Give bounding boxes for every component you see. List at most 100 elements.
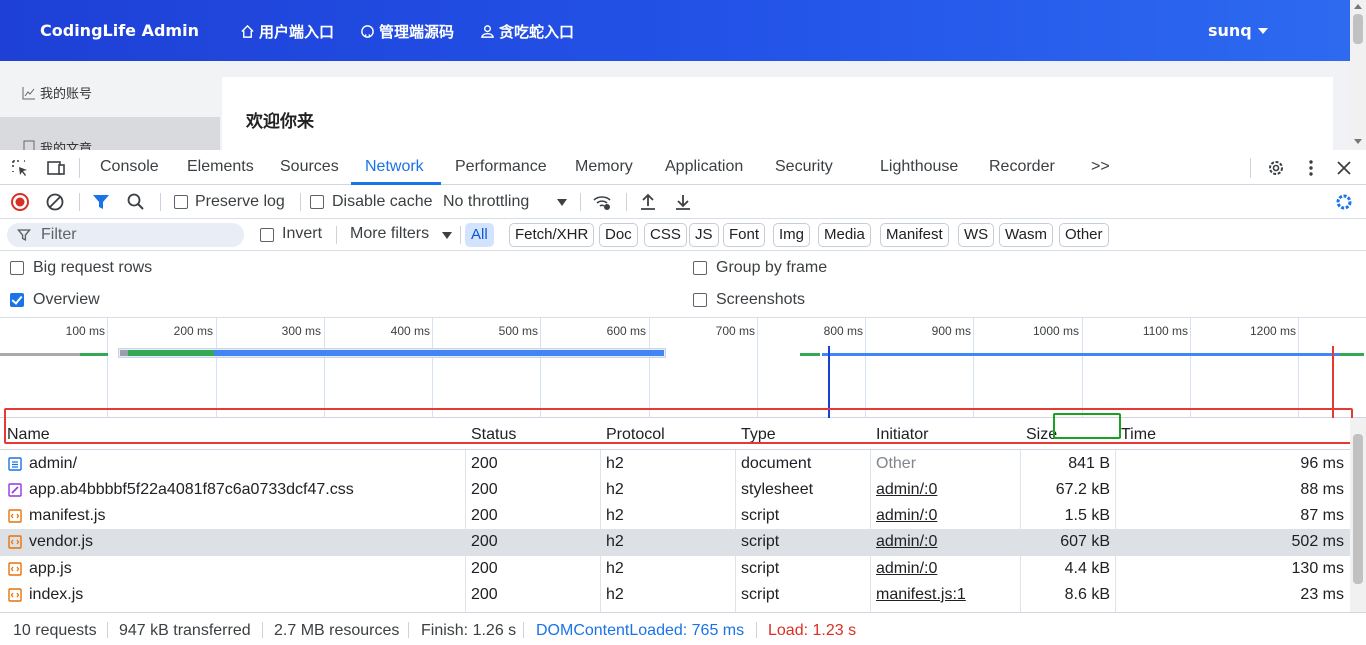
inspect-element-icon[interactable]	[10, 158, 30, 178]
filter-chip-fetch-xhr[interactable]: Fetch/XHR	[509, 223, 595, 247]
invert-label: Invert	[282, 225, 323, 242]
disable-cache-checkbox[interactable]	[310, 195, 324, 209]
filter-chip-js[interactable]: JS	[689, 223, 719, 247]
table-row[interactable]: manifest.js 200 h2 script admin/:0 1.5 k…	[0, 503, 1350, 529]
clear-icon[interactable]	[45, 192, 65, 212]
cell-initiator: Other	[876, 455, 917, 472]
cell-name: manifest.js	[29, 507, 106, 524]
screenshots-checkbox[interactable]	[693, 293, 707, 307]
script-icon	[8, 588, 22, 602]
tab-network[interactable]: Network	[365, 158, 424, 176]
tab-memory[interactable]: Memory	[575, 158, 633, 176]
tab-console[interactable]: Console	[100, 158, 159, 176]
filter-icon[interactable]	[91, 192, 111, 212]
nav-snake-game-link[interactable]: 贪吃蛇入口	[480, 21, 574, 42]
tab-application[interactable]: Application	[665, 158, 743, 176]
nav-link-label: 贪吃蛇入口	[499, 23, 575, 41]
import-har-icon[interactable]	[638, 192, 658, 212]
throttling-select[interactable]: No throttling	[443, 193, 529, 211]
cell-status: 200	[471, 533, 498, 550]
tab-performance[interactable]: Performance	[455, 158, 547, 176]
network-toolbar: Preserve log Disable cache No throttling	[0, 185, 1366, 219]
requests-table: Name Status Protocol Type Initiator Size…	[0, 418, 1350, 612]
more-filters-dropdown[interactable]: More filters	[350, 225, 429, 243]
network-conditions-icon[interactable]	[592, 192, 612, 212]
timeline-tick: 200 ms	[173, 324, 213, 338]
filter-chip-manifest[interactable]: Manifest	[880, 223, 949, 247]
filter-chip-font[interactable]: Font	[723, 223, 766, 247]
search-icon[interactable]	[126, 192, 146, 212]
cell-initiator-link[interactable]: manifest.js:1	[876, 586, 966, 604]
big-request-rows-checkbox[interactable]	[10, 261, 24, 275]
tab-sources[interactable]: Sources	[280, 158, 339, 176]
more-tabs-button[interactable]: >>	[1091, 158, 1110, 176]
filter-chip-doc[interactable]: Doc	[599, 223, 638, 247]
group-by-frame-label: Group by frame	[716, 259, 828, 276]
cell-type: script	[741, 560, 780, 577]
tab-recorder[interactable]: Recorder	[989, 158, 1055, 176]
filter-chip-ws[interactable]: WS	[958, 223, 995, 247]
filter-chip-media[interactable]: Media	[818, 223, 871, 247]
tab-elements[interactable]: Elements	[187, 158, 254, 176]
more-options-icon[interactable]	[1301, 158, 1321, 178]
table-row-selected[interactable]: vendor.js 200 h2 script admin/:0 607 kB …	[0, 529, 1350, 556]
sidebar-item-articles[interactable]: 我的文章	[0, 117, 220, 150]
cell-size: 67.2 kB	[1055, 481, 1110, 498]
network-settings-icon[interactable]	[1334, 192, 1354, 212]
table-row[interactable]: app.ab4bbbbf5f22a4081f87c6a0733dcf47.css…	[0, 477, 1350, 503]
stylesheet-icon	[8, 483, 22, 497]
sidebar-item-account[interactable]: 我的账号	[22, 83, 92, 102]
close-icon[interactable]	[1334, 158, 1354, 178]
filter-chip-css[interactable]: CSS	[644, 223, 687, 247]
stop-recording-icon[interactable]	[10, 192, 30, 212]
filter-chip-all[interactable]: All	[465, 223, 494, 247]
timeline-tick: 1000 ms	[1032, 324, 1079, 338]
timeline-tick: 1200 ms	[1249, 324, 1296, 338]
filter-chip-wasm[interactable]: Wasm	[999, 223, 1053, 247]
device-toolbar-icon[interactable]	[46, 158, 66, 178]
table-row[interactable]: app.js 200 h2 script admin/:0 4.4 kB 130…	[0, 556, 1350, 582]
caret-down-icon	[442, 232, 452, 239]
group-by-frame-checkbox[interactable]	[693, 261, 707, 275]
cell-protocol: h2	[606, 455, 624, 472]
table-row[interactable]: index.js 200 h2 script manifest.js:1 8.6…	[0, 582, 1350, 608]
page-scrollbar[interactable]	[1350, 0, 1366, 150]
cell-initiator-link[interactable]: admin/:0	[876, 560, 937, 578]
timeline-tick: 1100 ms	[1142, 324, 1188, 338]
cell-initiator-link[interactable]: admin/:0	[876, 533, 937, 551]
user-menu[interactable]: sunq	[1208, 21, 1268, 40]
disable-cache-label: Disable cache	[332, 193, 433, 210]
table-row[interactable]: admin/ 200 h2 document Other 841 B 96 ms	[0, 451, 1350, 477]
document-icon	[23, 140, 35, 150]
nav-user-portal-link[interactable]: 用户端入口	[240, 21, 334, 42]
export-har-icon[interactable]	[673, 192, 693, 212]
overview-label: Overview	[33, 291, 100, 308]
brand-logo[interactable]: CodingLife Admin	[40, 21, 199, 40]
timeline-tick: 700 ms	[715, 324, 755, 338]
cell-status: 200	[471, 455, 498, 472]
script-icon	[8, 509, 22, 523]
tab-lighthouse[interactable]: Lighthouse	[880, 158, 958, 176]
overview-checkbox[interactable]	[10, 293, 24, 307]
github-icon	[361, 25, 374, 38]
preserve-log-checkbox[interactable]	[174, 195, 188, 209]
cell-initiator-link[interactable]: admin/:0	[876, 481, 937, 499]
gear-icon[interactable]	[1266, 158, 1286, 178]
invert-checkbox[interactable]	[260, 228, 274, 242]
cell-protocol: h2	[606, 533, 624, 550]
cell-status: 200	[471, 507, 498, 524]
cell-status: 200	[471, 586, 498, 603]
cell-size: 607 kB	[1060, 533, 1110, 550]
network-overview-timeline[interactable]: 100 ms 200 ms 300 ms 400 ms 500 ms 600 m…	[0, 318, 1366, 418]
load-time: Load: 1.23 s	[768, 622, 857, 639]
cell-initiator-link[interactable]: admin/:0	[876, 507, 937, 525]
nav-admin-source-link[interactable]: 管理端源码	[360, 21, 454, 42]
document-icon	[8, 457, 22, 471]
cell-size: 1.5 kB	[1064, 507, 1110, 524]
sidebar-item-label: 我的账号	[40, 87, 93, 102]
table-scrollbar[interactable]	[1350, 418, 1366, 612]
filter-chip-img[interactable]: Img	[773, 223, 811, 247]
tab-security[interactable]: Security	[775, 158, 833, 176]
filter-chip-other[interactable]: Other	[1059, 223, 1109, 247]
filter-input[interactable]: Filter	[7, 223, 244, 247]
